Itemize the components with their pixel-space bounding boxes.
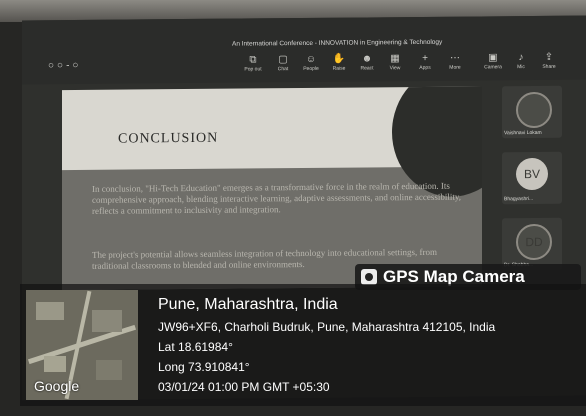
avatar: BV: [516, 157, 548, 191]
toolbar-view[interactable]: ▦ View: [382, 53, 408, 71]
meeting-title: An International Conference - INNOVATION…: [232, 38, 443, 48]
more-icon: ⋯: [450, 52, 460, 64]
slide-bullet-1: In conclusion, "Hi-Tech Education" emerg…: [92, 180, 462, 216]
satellite-map-thumbnail: Google: [26, 290, 138, 400]
avatar: DD: [516, 223, 552, 261]
view-icon: ▦: [390, 53, 400, 65]
toolbar-mic[interactable]: ♪ Mic: [508, 52, 534, 70]
pop-out-icon: ⧉: [249, 54, 257, 66]
photo: An International Conference - INNOVATION…: [0, 0, 586, 416]
avatar: [516, 91, 552, 129]
toolbar-pop-out[interactable]: ⧉ Pop out: [240, 54, 266, 72]
participant-name: Vaishnavi Lokam: [504, 129, 542, 137]
chat-icon: ▢: [278, 54, 288, 66]
camera-icon: ▣: [488, 52, 498, 64]
toolbar-chat[interactable]: ▢ Chat: [270, 54, 296, 72]
participant-tile[interactable]: BV Bhagyashri...: [502, 151, 562, 205]
participant-name: Bhagyashri...: [504, 195, 534, 203]
google-logo: Google: [34, 378, 80, 394]
toolbar-apps[interactable]: + Apps: [412, 53, 438, 71]
camera-icon: [361, 269, 377, 285]
react-icon: ☻: [361, 53, 373, 65]
toolbar-more[interactable]: ⋯ More: [442, 53, 468, 71]
share-icon: ⇪: [544, 51, 554, 63]
apps-icon: +: [422, 52, 428, 64]
location-city: Pune, Maharashtra, India: [158, 296, 338, 313]
location-info-panel: Google Pune, Maharashtra, India JW96+XF6…: [20, 284, 586, 406]
toolbar-raise[interactable]: ✋ Raise: [326, 54, 352, 72]
shared-slide: CONCLUSION In conclusion, "Hi-Tech Educa…: [62, 86, 482, 291]
slide-title: CONCLUSION: [118, 130, 219, 147]
people-icon: ☺: [305, 53, 317, 65]
meeting-toolbar: An International Conference - INNOVATION…: [22, 15, 586, 85]
location-datetime: 03/01/24 01:00 PM GMT +05:30: [158, 380, 330, 394]
toolbar-share[interactable]: ⇪ Share: [536, 52, 562, 70]
raise-hand-icon: ✋: [332, 53, 346, 65]
location-longitude: Long 73.910841°: [158, 360, 250, 374]
location-latitude: Lat 18.61984°: [158, 340, 233, 354]
toolbar-react[interactable]: ☻ React: [354, 53, 380, 71]
toolbar-people[interactable]: ☺ People: [298, 54, 324, 72]
participant-tile[interactable]: Vaishnavi Lokam: [502, 85, 562, 139]
window-controls-icon[interactable]: ○○-○: [48, 60, 81, 71]
mic-icon: ♪: [518, 52, 524, 64]
location-address: JW96+XF6, Charholi Budruk, Pune, Maharas…: [158, 320, 496, 334]
participant-tile[interactable]: DD Dr. Shobha...: [502, 217, 562, 271]
toolbar-camera[interactable]: ▣ Camera: [480, 52, 506, 70]
